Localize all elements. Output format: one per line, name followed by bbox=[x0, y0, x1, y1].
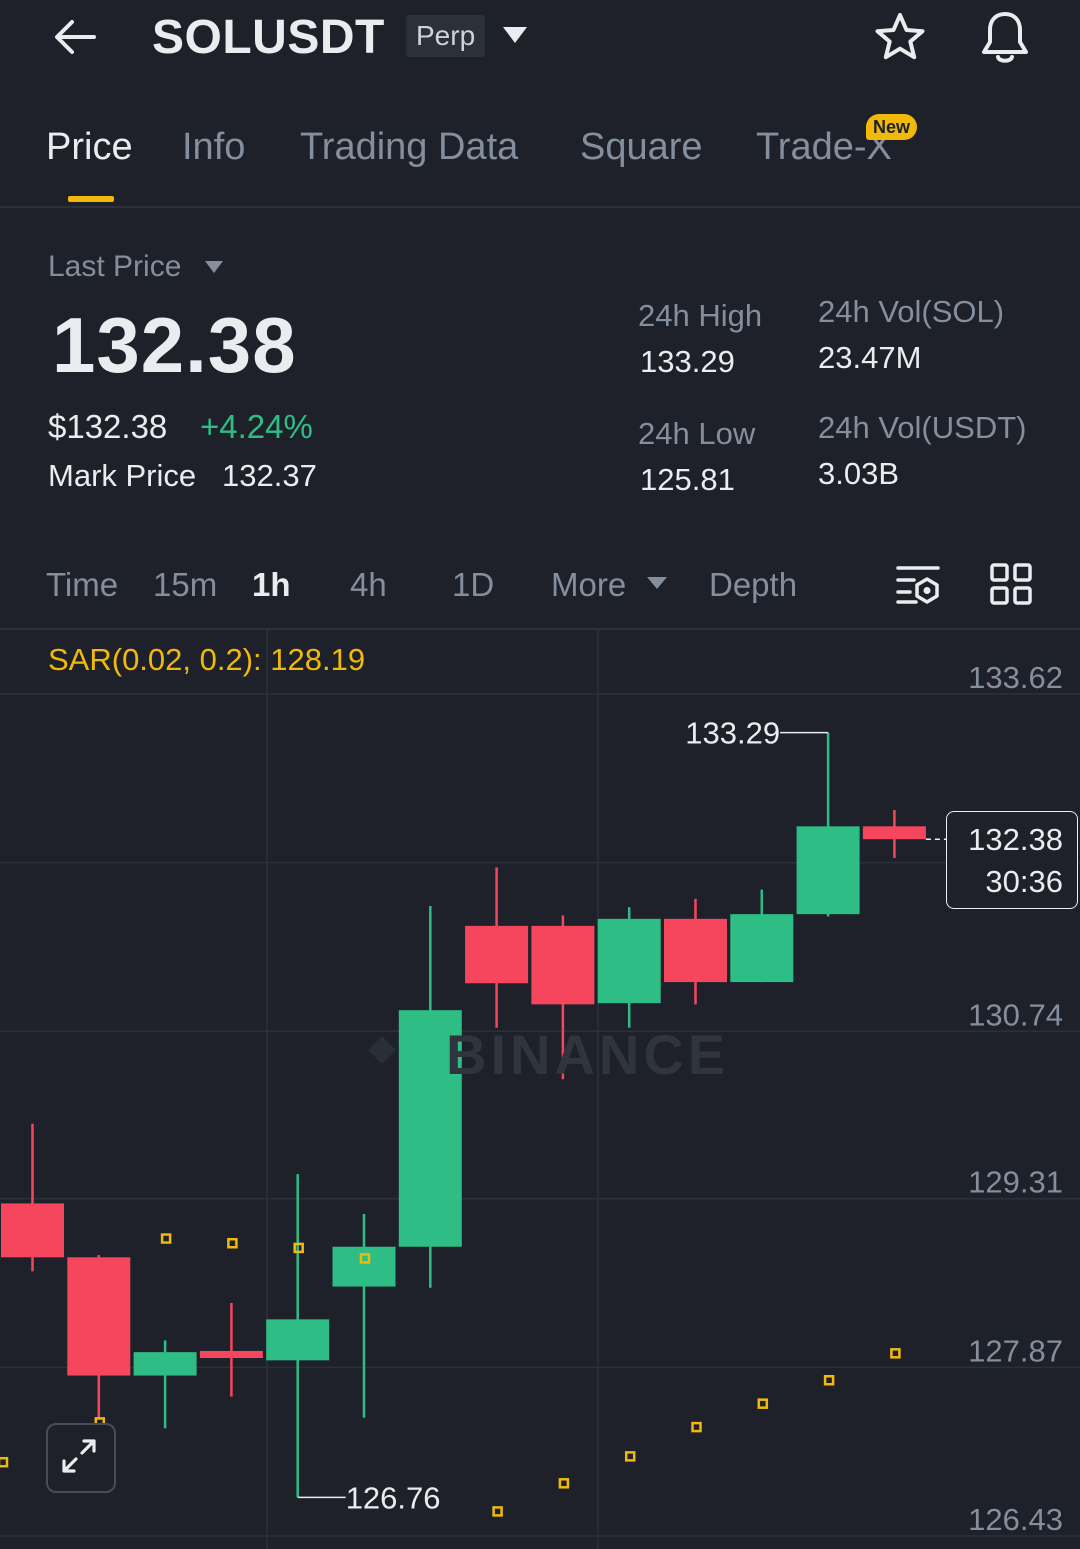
high-marker-label: 133.29 bbox=[685, 716, 780, 751]
y-axis-tick-label: 126.43 bbox=[968, 1502, 1063, 1537]
interval-4h[interactable]: 4h bbox=[350, 566, 387, 604]
interval-time[interactable]: Time bbox=[46, 566, 118, 604]
high-24h-label: 24h High bbox=[638, 298, 763, 333]
mark-price-value: 132.37 bbox=[222, 458, 317, 493]
layout-grid-icon[interactable] bbox=[988, 562, 1034, 606]
sar-dot bbox=[160, 1233, 172, 1244]
candle-up bbox=[133, 1352, 197, 1376]
expand-icon bbox=[62, 1439, 96, 1473]
candle-up bbox=[597, 918, 661, 1004]
back-arrow-icon[interactable] bbox=[50, 12, 100, 62]
sar-dot bbox=[0, 1456, 9, 1468]
vol-quote-label: 24h Vol(USDT) bbox=[818, 410, 1027, 445]
candlestick-chart[interactable]: 133.62 130.74 129.31 127.87 126.43 133.29 126… bbox=[0, 628, 1080, 1549]
price-change-percent: +4.24% bbox=[200, 408, 313, 445]
last-price-marker: 132.38 30:36 bbox=[946, 811, 1078, 909]
sar-dot bbox=[823, 1374, 835, 1386]
candle-up bbox=[796, 826, 860, 915]
sar-dot bbox=[558, 1478, 570, 1489]
fullscreen-button[interactable] bbox=[46, 1423, 116, 1493]
interval-15m[interactable]: 15m bbox=[153, 566, 217, 604]
caret-down-icon[interactable] bbox=[204, 260, 224, 274]
low-marker-label: 126.76 bbox=[346, 1480, 441, 1515]
new-badge: New bbox=[866, 114, 918, 140]
interval-depth[interactable]: Depth bbox=[709, 566, 797, 604]
binance-logo-icon bbox=[368, 1036, 396, 1064]
y-axis-tick-label: 130.74 bbox=[968, 997, 1063, 1032]
sar-indicator-label: SAR(0.02, 0.2): 128.19 bbox=[48, 642, 366, 677]
chevron-down-icon[interactable] bbox=[502, 24, 528, 46]
interval-1d[interactable]: 1D bbox=[452, 566, 494, 604]
y-axis-tick-label: 129.31 bbox=[968, 1165, 1063, 1200]
last-price: 132.38 bbox=[52, 301, 297, 389]
sar-dot bbox=[691, 1421, 702, 1433]
caret-down-icon[interactable] bbox=[646, 576, 668, 590]
sar-dot bbox=[757, 1398, 769, 1409]
candle-down bbox=[199, 1350, 263, 1358]
symbol-title[interactable]: SOLUSDT bbox=[152, 10, 385, 65]
star-icon[interactable] bbox=[872, 10, 928, 66]
candle-up bbox=[332, 1246, 396, 1287]
interval-1h[interactable]: 1h bbox=[252, 566, 291, 604]
active-tab-indicator bbox=[68, 196, 114, 202]
candle-up bbox=[730, 914, 794, 983]
tab-square[interactable]: Square bbox=[580, 126, 703, 169]
vol-base-label: 24h Vol(SOL) bbox=[818, 294, 1005, 329]
sar-dot bbox=[624, 1451, 636, 1462]
mark-price-label: Mark Price bbox=[48, 458, 197, 493]
low-24h-label: 24h Low bbox=[638, 416, 756, 451]
candle-down bbox=[67, 1257, 131, 1376]
y-axis-tick-label: 127.87 bbox=[968, 1333, 1063, 1368]
tab-info[interactable]: Info bbox=[182, 126, 245, 169]
price-chart[interactable]: 133.62 130.74 129.31 127.87 126.43 133.29 126… bbox=[0, 628, 1080, 1549]
low-24h-value: 125.81 bbox=[640, 462, 735, 497]
sar-dot bbox=[492, 1506, 503, 1517]
price-type-selector[interactable]: Last Price bbox=[48, 250, 181, 284]
candle-down bbox=[531, 925, 595, 1005]
y-axis-tick-label: 133.62 bbox=[968, 660, 1063, 695]
high-24h-value: 133.29 bbox=[640, 344, 735, 379]
interval-more[interactable]: More bbox=[551, 566, 626, 604]
candle-down bbox=[1, 1203, 64, 1258]
vol-base-value: 23.47M bbox=[818, 340, 922, 375]
indicator-settings-icon[interactable] bbox=[894, 562, 942, 606]
top-bar: SOLUSDT Perp bbox=[0, 0, 1080, 80]
candle-down bbox=[465, 925, 529, 984]
usd-price: $132.38 bbox=[48, 408, 168, 445]
bell-icon[interactable] bbox=[976, 8, 1034, 66]
tab-price[interactable]: Price bbox=[46, 126, 133, 169]
contract-type-badge: Perp bbox=[406, 15, 486, 57]
sar-dot bbox=[890, 1348, 901, 1359]
tab-trading-data[interactable]: Trading Data bbox=[300, 126, 518, 169]
candle-up bbox=[266, 1319, 330, 1361]
sar-dot bbox=[227, 1237, 238, 1249]
candle-down bbox=[664, 918, 727, 983]
last-price-marker-value: 132.38 bbox=[968, 822, 1063, 857]
candle-countdown: 30:36 bbox=[985, 864, 1063, 899]
vol-quote-value: 3.03B bbox=[818, 456, 900, 491]
binance-watermark: BINANCE bbox=[446, 1023, 730, 1086]
candle-down bbox=[862, 826, 926, 840]
tab-bar: Price Info Trading Data Square Trade-X N… bbox=[0, 100, 1080, 208]
